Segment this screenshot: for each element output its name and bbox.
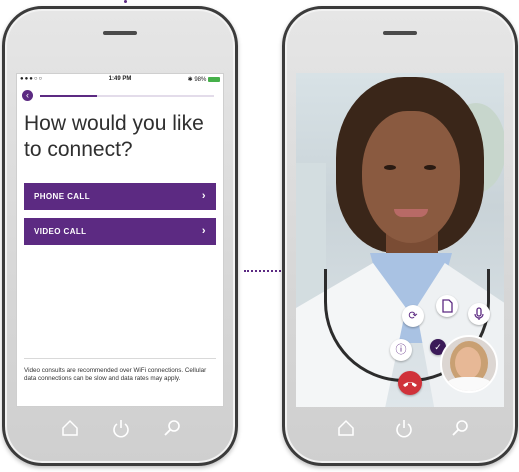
doctor-eye-right [424, 165, 436, 170]
video-call-label: VIDEO CALL [34, 227, 87, 236]
search-icon [452, 420, 468, 436]
power-icon [396, 420, 412, 438]
page-title: How would you like to connect? [24, 112, 204, 161]
chevron-right-icon: › [201, 190, 206, 202]
speaker-grille [383, 31, 417, 35]
home-button[interactable] [59, 417, 81, 439]
phone-call-button[interactable]: PHONE CALL › [24, 183, 216, 210]
doctor-mouth [394, 209, 428, 217]
document-button[interactable] [436, 295, 458, 317]
status-bar: ●●●○○ 1:49 PM ✱ 98% [20, 76, 220, 86]
battery-label: ✱ 98% [187, 77, 207, 83]
background-wall [296, 163, 326, 303]
chevron-left-icon: ‹ [26, 90, 29, 100]
switch-camera-button[interactable]: ⟳ [402, 305, 424, 327]
home-button[interactable] [335, 417, 357, 439]
search-icon [164, 420, 180, 436]
end-call-button[interactable] [398, 371, 422, 395]
document-icon [442, 299, 453, 313]
power-button[interactable] [393, 417, 415, 439]
search-button[interactable] [161, 417, 183, 439]
battery-indicator: ✱ 98% [188, 76, 220, 83]
doctor-eye-left [384, 165, 396, 170]
video-call-button[interactable]: VIDEO CALL › [24, 218, 216, 245]
check-icon: ✓ [434, 342, 442, 352]
back-button[interactable]: ‹ [22, 90, 33, 101]
self-view-coat [446, 377, 492, 391]
connector-dot [124, 0, 127, 3]
phone-device-right: ⟳ ⓘ ✓ [282, 6, 518, 466]
battery-icon [208, 76, 220, 82]
microphone-icon [474, 307, 484, 320]
phone-call-label: PHONE CALL [34, 192, 90, 201]
softkey-bar [5, 417, 235, 441]
doctor-face [362, 111, 460, 243]
chevron-right-icon: › [201, 225, 206, 237]
home-icon [338, 419, 354, 436]
speaker-grille [103, 31, 137, 35]
home-icon [62, 419, 78, 436]
progress-bar [40, 95, 214, 97]
connect-screen: ●●●○○ 1:49 PM ✱ 98% ‹ How would you like… [16, 73, 224, 407]
softkey-bar [285, 417, 515, 441]
end-call-icon [403, 382, 417, 387]
connection-note: Video consults are recommended over WiFi… [24, 367, 207, 382]
divider [24, 358, 216, 359]
search-button[interactable] [449, 417, 471, 439]
power-button[interactable] [110, 417, 132, 439]
self-view-face [455, 347, 481, 379]
progress-fill [40, 95, 98, 97]
switch-camera-icon: ⟳ [408, 310, 418, 322]
self-view-thumbnail[interactable] [440, 335, 498, 393]
phone-device-left: ●●●○○ 1:49 PM ✱ 98% ‹ How would you like… [2, 6, 238, 466]
power-icon [113, 420, 129, 438]
info-button[interactable]: ⓘ [390, 339, 412, 361]
microphone-button[interactable] [468, 303, 490, 325]
video-call-screen: ⟳ ⓘ ✓ [296, 73, 504, 407]
info-icon: ⓘ [395, 344, 407, 356]
